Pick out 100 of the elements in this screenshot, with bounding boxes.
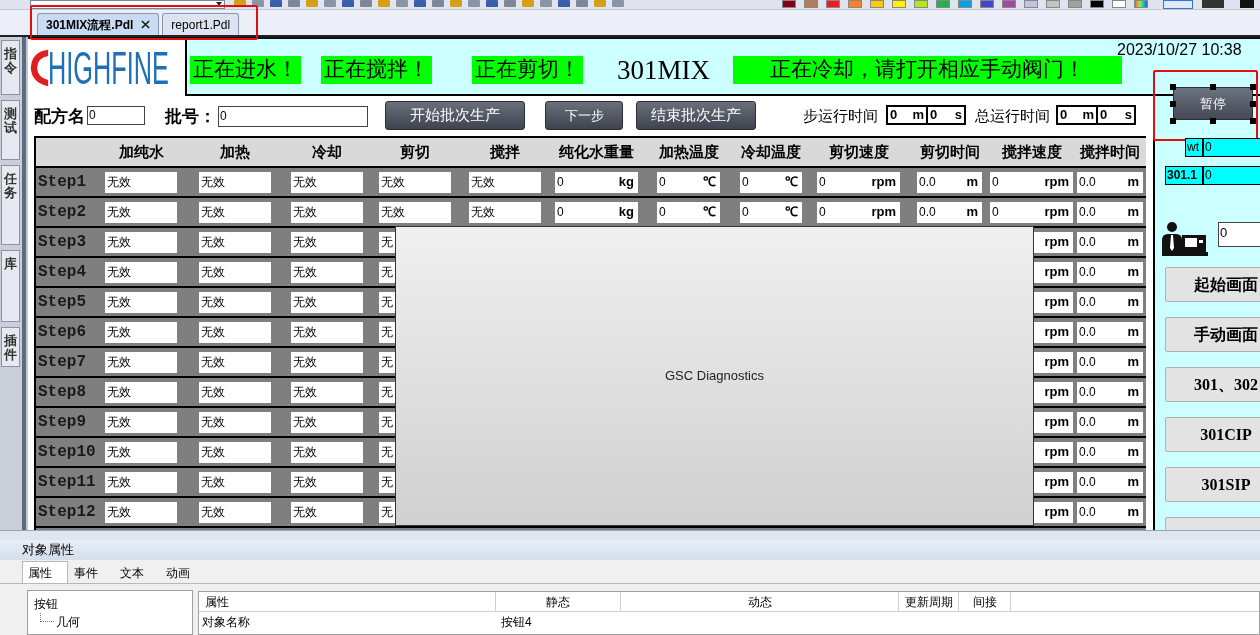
value-field[interactable]: 无效 xyxy=(291,351,363,373)
value-field[interactable]: 无效 xyxy=(291,231,363,253)
line-color-icon[interactable] xyxy=(1163,0,1193,9)
tool-icon[interactable] xyxy=(270,0,282,7)
value-field[interactable]: 0.0 m xyxy=(1077,351,1143,373)
value-field[interactable]: 0 kg xyxy=(555,171,638,193)
nav-button[interactable]: 301CIP xyxy=(1165,417,1260,452)
tool-icon[interactable] xyxy=(378,0,390,7)
value-field[interactable]: 0.0 m xyxy=(1077,441,1143,463)
value-field[interactable]: 无效 xyxy=(291,471,363,493)
value-field[interactable]: 无效 xyxy=(291,171,363,193)
fill-color-icon[interactable] xyxy=(1202,0,1224,8)
value-field[interactable]: 无效 xyxy=(291,291,363,313)
value-field[interactable]: 无效 xyxy=(105,441,177,463)
splitter[interactable] xyxy=(0,530,1260,540)
tool-icon[interactable] xyxy=(324,0,336,7)
value-field[interactable]: 无效 xyxy=(105,471,177,493)
value-field[interactable]: 无效 xyxy=(291,381,363,403)
tool-icon[interactable] xyxy=(486,0,498,7)
selection-handle[interactable] xyxy=(1170,118,1176,124)
batch-field[interactable]: 0 xyxy=(218,106,368,127)
value-field[interactable]: 0 kg xyxy=(555,201,638,223)
selection-handle[interactable] xyxy=(1210,118,1216,124)
side-tab[interactable]: 任务 xyxy=(1,165,20,245)
panel-tab[interactable]: 文本 xyxy=(114,561,160,583)
document-tab[interactable]: 301MIX流程.Pdl xyxy=(37,13,160,35)
value-field[interactable]: 无效 xyxy=(105,201,177,223)
side-tab[interactable]: 测试 xyxy=(1,100,20,160)
selection-handle[interactable] xyxy=(1170,101,1176,107)
action-button[interactable]: 结束批次生产 xyxy=(636,101,756,130)
color-swatch[interactable] xyxy=(1046,0,1060,8)
value-field[interactable]: 0 rpm xyxy=(817,171,900,193)
value-field[interactable]: 无效 xyxy=(199,471,271,493)
nav-button[interactable]: 301SIP xyxy=(1165,467,1260,502)
value-field[interactable]: 无效 xyxy=(199,381,271,403)
color-picker-icon[interactable] xyxy=(1134,0,1148,8)
value-field[interactable]: 无效 xyxy=(379,171,451,193)
color-swatch[interactable] xyxy=(1068,0,1082,8)
value-field[interactable]: 无效 xyxy=(199,291,271,313)
tool-icon[interactable] xyxy=(288,0,300,7)
color-swatch[interactable] xyxy=(980,0,994,8)
value-field[interactable]: 无效 xyxy=(105,411,177,433)
tool-icon[interactable] xyxy=(432,0,444,7)
value-field[interactable]: 无效 xyxy=(469,201,541,223)
value-field[interactable]: 无效 xyxy=(291,501,363,523)
value-field[interactable]: 0 ℃ xyxy=(657,171,720,193)
value-field[interactable]: 无效 xyxy=(291,321,363,343)
tool-icon[interactable] xyxy=(540,0,552,7)
value-field[interactable]: 无效 xyxy=(379,201,451,223)
value-field[interactable]: 0.0 m xyxy=(1077,471,1143,493)
value-field[interactable]: 无效 xyxy=(199,171,271,193)
value-field[interactable]: 无效 xyxy=(199,351,271,373)
tool-icon[interactable] xyxy=(234,0,246,7)
side-tab[interactable]: 插件 xyxy=(1,327,20,367)
recipe-field[interactable]: 0 xyxy=(87,106,145,125)
tool-icon[interactable] xyxy=(342,0,354,7)
value-field[interactable]: 无效 xyxy=(199,501,271,523)
value-field[interactable]: 0.0 m xyxy=(1077,231,1143,253)
tool-icon[interactable] xyxy=(594,0,606,7)
value-field[interactable]: 0.0 m xyxy=(1077,321,1143,343)
value-field[interactable]: 无效 xyxy=(105,261,177,283)
selection-handle[interactable] xyxy=(1250,84,1256,90)
tool-icon[interactable] xyxy=(576,0,588,7)
value-field[interactable]: 0.0 m xyxy=(1077,261,1143,283)
color-swatch[interactable] xyxy=(1002,0,1016,8)
value-field[interactable]: 无效 xyxy=(105,171,177,193)
tool-icon[interactable] xyxy=(558,0,570,7)
value-field[interactable]: 无效 xyxy=(199,411,271,433)
value-field[interactable]: 0 ℃ xyxy=(740,171,802,193)
tool-icon[interactable] xyxy=(360,0,372,7)
object-selector-dropdown[interactable] xyxy=(30,0,225,9)
tool-icon[interactable] xyxy=(522,0,534,7)
close-icon[interactable] xyxy=(141,20,151,29)
color-swatch[interactable] xyxy=(914,0,928,8)
panel-tab[interactable]: 事件 xyxy=(68,561,114,583)
tree-item[interactable]: 几何 xyxy=(56,613,80,631)
color-swatch[interactable] xyxy=(936,0,950,8)
nav-button[interactable]: 手动画面 xyxy=(1165,317,1260,352)
panel-tab[interactable]: 动画 xyxy=(160,561,206,583)
tag-value-field[interactable]: 0 xyxy=(1203,138,1260,157)
color-swatch[interactable] xyxy=(958,0,972,8)
value-field[interactable]: 0.0 m xyxy=(1077,411,1143,433)
tree-item[interactable]: 按钮 xyxy=(34,595,58,613)
value-field[interactable]: 0.0 m xyxy=(1077,291,1143,313)
value-field[interactable]: 无效 xyxy=(291,201,363,223)
action-button[interactable]: 下一步 xyxy=(545,101,623,130)
value-field[interactable]: 无效 xyxy=(105,351,177,373)
value-field[interactable]: 无效 xyxy=(105,321,177,343)
value-field[interactable]: 0 ℃ xyxy=(657,201,720,223)
value-field[interactable]: 无效 xyxy=(199,261,271,283)
nav-button[interactable]: 起始画面 xyxy=(1165,267,1260,302)
value-field[interactable]: 0.0 m xyxy=(917,171,982,193)
tool-icon[interactable] xyxy=(504,0,516,7)
nav-button[interactable]: 301、302 xyxy=(1165,367,1260,402)
color-swatch[interactable] xyxy=(826,0,840,8)
tool-icon[interactable] xyxy=(252,0,264,7)
color-swatch[interactable] xyxy=(1090,0,1104,8)
tool-icon[interactable] xyxy=(306,0,318,7)
side-tab[interactable]: 指令 xyxy=(1,40,20,95)
selection-handle[interactable] xyxy=(1210,84,1216,90)
